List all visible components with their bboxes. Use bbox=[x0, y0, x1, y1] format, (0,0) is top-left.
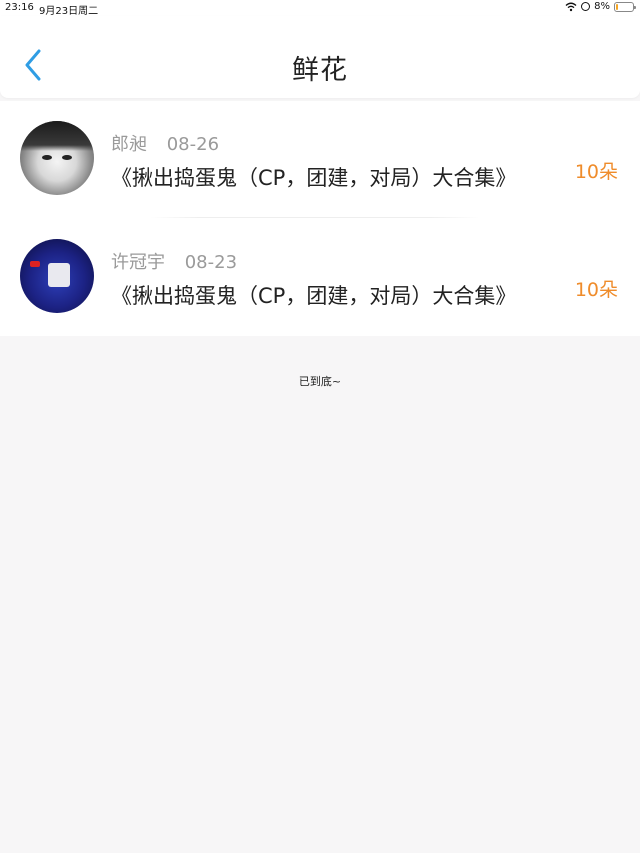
flower-amount: 10朵 bbox=[574, 161, 618, 183]
avatar[interactable] bbox=[20, 121, 94, 195]
item-title: 《揪出捣蛋鬼（CP，团建，对局）大合集》 bbox=[111, 284, 517, 308]
list-item[interactable]: 郎昶 08-26 《揪出捣蛋鬼（CP，团建，对局）大合集》 10朵 bbox=[0, 101, 640, 219]
orientation-lock-icon bbox=[581, 2, 591, 11]
item-title: 《揪出捣蛋鬼（CP，团建，对局）大合集》 bbox=[111, 166, 517, 190]
sender-name: 许冠宇 bbox=[111, 252, 165, 273]
flower-amount: 10朵 bbox=[574, 279, 618, 301]
avatar[interactable] bbox=[20, 239, 94, 313]
status-time: 23:16 bbox=[5, 2, 34, 13]
status-date: 9月23日周二 bbox=[39, 6, 99, 17]
nav-bar: 鲜花 bbox=[0, 16, 640, 98]
sender-name: 郎昶 bbox=[111, 134, 147, 155]
item-meta: 许冠宇 08-23 bbox=[111, 248, 237, 274]
end-of-list-text: 已到底~ bbox=[298, 375, 342, 388]
battery-icon bbox=[614, 1, 636, 12]
flower-record-list: 郎昶 08-26 《揪出捣蛋鬼（CP，团建，对局）大合集》 10朵 许冠宇 08… bbox=[0, 101, 640, 336]
wifi-icon bbox=[565, 2, 577, 11]
item-meta: 郎昶 08-26 bbox=[111, 130, 219, 156]
item-date: 08-26 bbox=[166, 134, 220, 155]
status-icons: 8% bbox=[565, 1, 636, 12]
item-date: 08-23 bbox=[184, 252, 238, 273]
status-bar: 23:16 9月23日周二 8% bbox=[0, 0, 640, 17]
divider bbox=[150, 217, 480, 218]
list-item[interactable]: 许冠宇 08-23 《揪出捣蛋鬼（CP，团建，对局）大合集》 10朵 bbox=[0, 219, 640, 337]
battery-percent: 8% bbox=[594, 1, 610, 12]
page-title: 鲜花 bbox=[292, 55, 348, 86]
